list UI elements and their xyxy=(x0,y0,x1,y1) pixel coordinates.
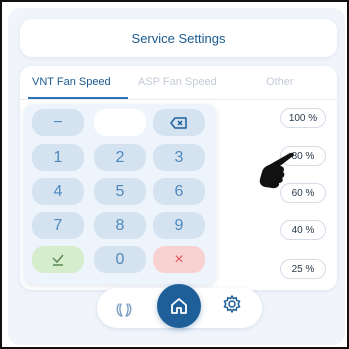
digit-key[interactable]: 7 xyxy=(32,212,84,239)
speed-value-field[interactable]: 100 % xyxy=(280,108,326,128)
tab-other[interactable]: Other xyxy=(266,76,294,88)
tab-bar: VNT Fan Speed ASP Fan Speed Other xyxy=(20,66,337,100)
digit-key[interactable]: 4 xyxy=(32,178,84,205)
home-icon xyxy=(171,298,187,314)
active-tab-indicator xyxy=(28,97,128,99)
minus-key[interactable]: − xyxy=(32,109,84,136)
digit-key[interactable]: 5 xyxy=(94,178,146,205)
cancel-key[interactable]: × xyxy=(153,246,205,273)
confirm-key[interactable] xyxy=(32,246,84,273)
digit-key[interactable]: 9 xyxy=(153,212,205,239)
digit-key[interactable]: 3 xyxy=(153,144,205,171)
digit-key[interactable]: 6 xyxy=(153,178,205,205)
digit-key[interactable]: 8 xyxy=(94,212,146,239)
speed-value-field[interactable]: 25 % xyxy=(280,259,326,279)
pointer-hand-icon xyxy=(256,150,296,199)
numeric-keypad: − 1 2 3 4 5 6 7 8 9 0 × xyxy=(24,104,216,284)
page-title: Service Settings xyxy=(131,30,226,46)
speed-value-field[interactable]: 40 % xyxy=(280,220,326,240)
tab-vnt-fan-speed[interactable]: VNT Fan Speed xyxy=(32,76,111,88)
backspace-key[interactable] xyxy=(153,109,205,136)
tab-asp-fan-speed[interactable]: ASP Fan Speed xyxy=(138,76,217,88)
fan-icon xyxy=(116,303,132,317)
settings-nav-button[interactable] xyxy=(221,293,243,315)
keypad-display xyxy=(94,109,146,136)
gear-icon xyxy=(223,295,241,313)
digit-key[interactable]: 0 xyxy=(94,246,146,273)
backspace-icon xyxy=(170,116,187,129)
digit-key[interactable]: 2 xyxy=(94,144,146,171)
check-icon xyxy=(52,254,64,266)
digit-key[interactable]: 1 xyxy=(32,144,84,171)
home-nav-button[interactable] xyxy=(157,284,201,328)
fan-nav-button[interactable] xyxy=(114,300,136,320)
page-title-bar: Service Settings xyxy=(20,19,337,57)
